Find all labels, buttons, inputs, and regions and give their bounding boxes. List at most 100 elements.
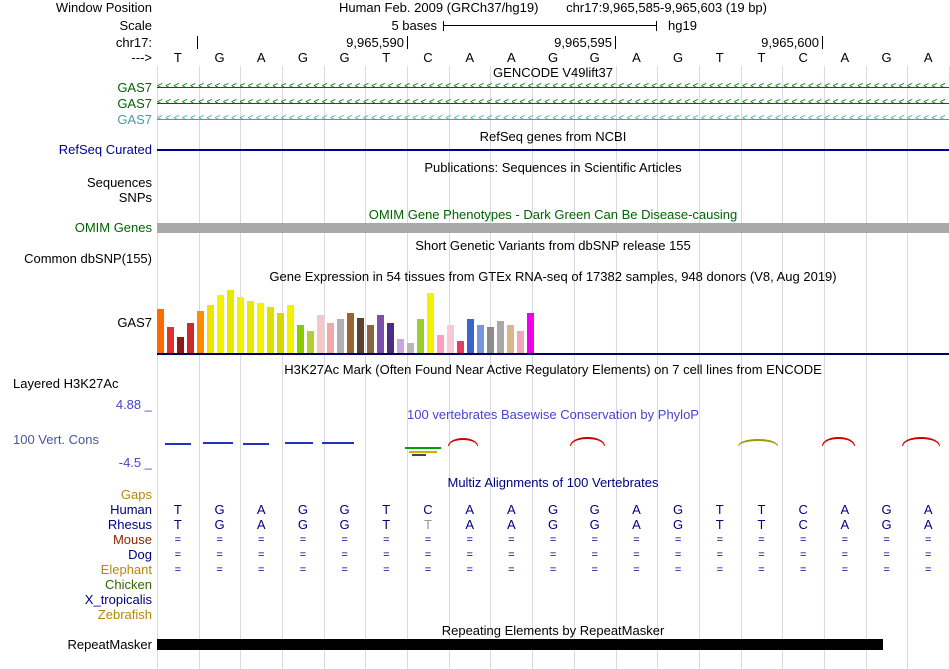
unalignable-mark: = [758, 534, 765, 546]
unalignable-mark: = [466, 564, 473, 576]
species-label-gaps[interactable]: Gaps [0, 488, 152, 502]
conservation-peak [738, 439, 778, 446]
aligned-base: A [840, 517, 850, 532]
aligned-base: G [339, 502, 350, 517]
aligned-base: C [798, 517, 808, 532]
unalignable-mark: = [591, 534, 598, 546]
aligned-base: A [465, 502, 474, 517]
unalignable-mark: = [508, 534, 515, 546]
aligned-base: G [297, 502, 308, 517]
unalignable-mark: = [341, 564, 348, 576]
unalignable-mark: = [925, 549, 932, 561]
conservation-segment [285, 442, 313, 444]
aligned-base: G [589, 517, 600, 532]
species-label-zebrafish[interactable]: Zebrafish [0, 608, 152, 622]
conservation-segment [412, 454, 426, 456]
aligned-base: A [256, 502, 266, 517]
gencode-gene-label[interactable]: GAS7 [0, 113, 152, 127]
conservation-segment [322, 442, 354, 444]
unalignable-mark: = [174, 534, 182, 546]
unalignable-mark: = [633, 549, 640, 561]
repeatmasker-track-title[interactable]: Repeating Elements by RepeatMasker [157, 624, 949, 638]
unalignable-mark: = [549, 534, 557, 546]
unalignable-mark: = [508, 549, 515, 561]
unalignable-mark: = [424, 549, 432, 561]
gtex-gene-label[interactable]: GAS7 [0, 316, 152, 330]
aligned-base: T [715, 517, 724, 532]
unalignable-mark: = [424, 534, 432, 546]
aligned-base: G [547, 502, 559, 517]
chrom-label: chr17: [115, 35, 152, 50]
species-label-rhesus[interactable]: Rhesus [0, 518, 152, 532]
unalignable-mark: = [591, 549, 598, 561]
conservation-segment [405, 447, 441, 449]
unalignable-mark: = [383, 564, 390, 576]
phylop-label[interactable]: 100 Vert. Cons [13, 433, 99, 447]
unalignable-mark: = [216, 549, 223, 561]
aligned-base: T [757, 502, 766, 517]
conservation-peak [822, 437, 855, 446]
aligned-base: T [715, 502, 724, 517]
aligned-base: T [382, 502, 391, 517]
unalignable-mark: = [841, 534, 849, 546]
aligned-base: G [339, 517, 350, 532]
genome-browser-view: Human Feb. 2009 (GRCh37/hg19) chr17:9,96… [0, 0, 950, 669]
species-label-elephant[interactable]: Elephant [0, 563, 152, 577]
aligned-base: T [382, 517, 391, 532]
aligned-base: G [673, 517, 684, 532]
aligned-base: A [923, 502, 933, 517]
unalignable-mark: = [841, 564, 849, 576]
unalignable-mark: = [716, 549, 723, 561]
alignment-row-human[interactable]: TGAGGTCAAGGAGTTCAGA [157, 503, 949, 517]
dbsnp-label[interactable]: Common dbSNP(155) [0, 252, 152, 266]
alignment-row-elephant[interactable]: = = = = = = = = = = = = = = = = = = = [157, 563, 949, 577]
repeat-element-bar[interactable] [157, 639, 883, 650]
refseq-curated-label[interactable]: RefSeq Curated [0, 143, 152, 157]
conservation-peak [902, 437, 940, 446]
unalignable-mark: = [674, 564, 682, 576]
aligned-base: G [214, 502, 225, 517]
conservation-segment [203, 442, 233, 444]
aligned-base: T [423, 517, 432, 532]
unalignable-mark: = [799, 534, 807, 546]
gencode-gene-label[interactable]: GAS7 [0, 81, 152, 95]
unalignable-mark: = [549, 564, 557, 576]
unalignable-mark: = [925, 564, 932, 576]
aligned-base: A [632, 517, 641, 532]
h3k27ac-label[interactable]: Layered H3K27Ac [13, 377, 119, 391]
species-label-x_tropicalis[interactable]: X_tropicalis [0, 593, 152, 607]
unalignable-mark: = [674, 549, 682, 561]
conservation-segment [243, 443, 269, 445]
unalignable-mark: = [216, 534, 223, 546]
sequences-label[interactable]: Sequences [0, 176, 152, 190]
unalignable-mark: = [549, 549, 557, 561]
snps-label[interactable]: SNPs [0, 191, 152, 205]
unalignable-mark: = [341, 534, 348, 546]
strand-label: ---> [131, 50, 152, 65]
alignment-row-dog[interactable]: = = = = = = = = = = = = = = = = = = = [157, 548, 949, 562]
species-label-human[interactable]: Human [0, 503, 152, 517]
unalignable-mark: = [716, 534, 723, 546]
species-label-dog[interactable]: Dog [0, 548, 152, 562]
unalignable-mark: = [883, 549, 890, 561]
multiz-track-title[interactable]: Multiz Alignments of 100 Vertebrates [157, 476, 949, 490]
conservation-segment [409, 451, 437, 453]
aligned-base: A [632, 502, 641, 517]
omim-genes-label[interactable]: OMIM Genes [0, 221, 152, 235]
aligned-base: T [757, 517, 766, 532]
species-label-chicken[interactable]: Chicken [0, 578, 152, 592]
unalignable-mark: = [633, 534, 640, 546]
species-label-mouse[interactable]: Mouse [0, 533, 152, 547]
alignment-row-mouse[interactable]: = = = = = = = = = = = = = = = = = = = [157, 533, 949, 547]
unalignable-mark: = [883, 534, 890, 546]
unalignable-mark: = [174, 564, 182, 576]
gencode-gene-label[interactable]: GAS7 [0, 97, 152, 111]
repeatmasker-label[interactable]: RepeatMasker [0, 638, 152, 652]
unalignable-mark: = [299, 534, 307, 546]
conservation-peak [448, 438, 478, 446]
phylop-max-label: 4.88 _ [115, 397, 152, 412]
unalignable-mark: = [383, 534, 390, 546]
aligned-base: G [881, 517, 892, 532]
unalignable-mark: = [633, 564, 640, 576]
alignment-row-rhesus[interactable]: TGAGGTTAAGGAGTTCAGA [157, 518, 949, 532]
